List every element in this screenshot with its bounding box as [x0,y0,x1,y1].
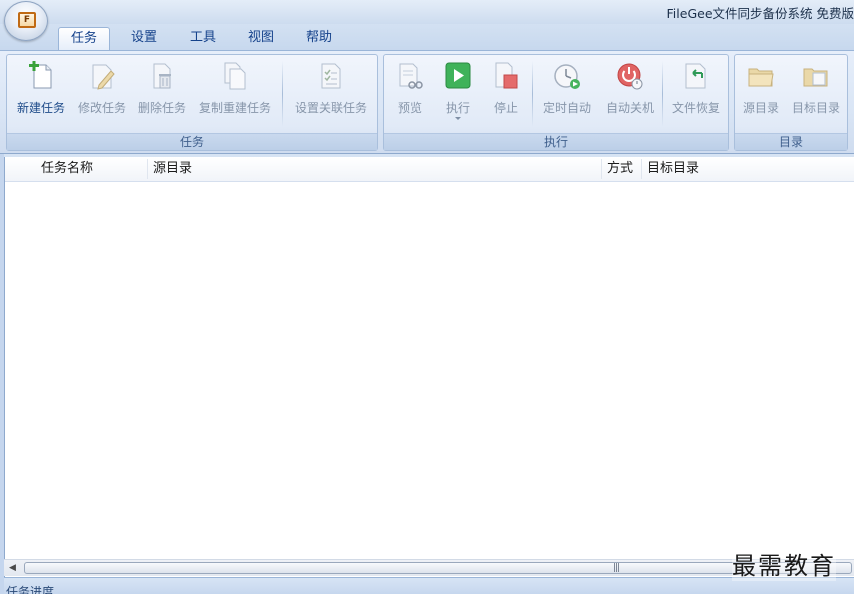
new-task-button[interactable]: 新建任务 [11,59,71,127]
ribbon-separator [532,61,533,127]
title-bar: FileGee文件同步备份系统 免费版 [0,0,854,24]
scrollbar-thumb[interactable]: ||| [24,562,852,574]
horizontal-scrollbar[interactable]: ◀ ||| [4,559,854,576]
ribbon-group-execute: 预览 执行 停止 定时自动 自动关机 文件恢复 执行 [383,54,729,151]
source-folder-icon [746,61,776,91]
ribbon-separator [662,61,663,127]
ribbon-separator [282,61,283,127]
column-source-dir[interactable]: 源目录 [147,157,597,181]
ribbon: 新建任务 修改任务 删除任务 复制重建任务 设置关联任务 任务 预览 执行 停止… [0,50,854,154]
target-folder-button[interactable]: 目标目录 [787,59,845,127]
column-mode[interactable]: 方式 [601,157,641,181]
app-menu-button[interactable]: F [4,1,48,41]
delete-task-icon [147,61,177,91]
tab-task[interactable]: 任务 [58,27,110,50]
edit-task-icon [87,61,117,91]
timer-icon [552,61,582,91]
tab-help[interactable]: 帮助 [296,27,342,50]
copy-task-button[interactable]: 复制重建任务 [193,59,277,127]
run-label: 执行 [445,101,470,115]
restore-icon [681,61,711,91]
preview-icon [395,61,425,91]
run-button[interactable]: 执行 [436,59,480,127]
file-restore-label: 文件恢复 [671,101,720,115]
delete-task-button[interactable]: 删除任务 [133,59,191,127]
watermark: 最需教育 [732,546,836,581]
run-dropdown-icon[interactable] [455,117,461,120]
auto-shutdown-label: 自动关机 [605,101,654,115]
target-folder-icon [801,61,831,91]
delete-task-label: 删除任务 [137,101,186,115]
task-progress-label: 任务进度 [6,585,55,594]
column-target-dir[interactable]: 目标目录 [641,157,841,181]
link-task-label: 设置关联任务 [294,101,367,115]
preview-label: 预览 [397,101,422,115]
copy-task-icon [220,61,250,91]
source-folder-label: 源目录 [742,101,779,115]
source-folder-button[interactable]: 源目录 [737,59,785,127]
new-task-icon [26,61,56,91]
ribbon-group-execute-label: 执行 [384,133,728,150]
ribbon-tab-bar: 任务 设置 工具 视图 帮助 [0,24,854,50]
ribbon-group-folder: 源目录 目标目录 目录 [734,54,848,151]
timer-button[interactable]: 定时自动 [536,59,598,127]
file-restore-button[interactable]: 文件恢复 [666,59,726,127]
edit-task-button[interactable]: 修改任务 [73,59,131,127]
task-list-header: 任务名称 源目录 方式 目标目录 [5,157,854,182]
link-task-button[interactable]: 设置关联任务 [289,59,373,127]
edit-task-label: 修改任务 [77,101,126,115]
ribbon-group-task: 新建任务 修改任务 删除任务 复制重建任务 设置关联任务 任务 [6,54,378,151]
target-folder-label: 目标目录 [791,101,840,115]
ribbon-group-task-label: 任务 [7,133,377,150]
power-icon [615,61,645,91]
column-task-name[interactable]: 任务名称 [35,157,145,181]
stop-icon [491,61,521,91]
auto-shutdown-button[interactable]: 自动关机 [600,59,660,127]
task-progress-panel: 任务进度 [4,577,854,594]
stop-button[interactable]: 停止 [484,59,528,127]
timer-label: 定时自动 [542,101,591,115]
copy-task-label: 复制重建任务 [198,101,271,115]
tab-settings[interactable]: 设置 [120,27,168,50]
app-logo-icon: F [18,12,36,28]
run-icon [443,61,473,91]
stop-label: 停止 [493,101,518,115]
link-task-icon [316,61,346,91]
tab-view[interactable]: 视图 [238,27,284,50]
new-task-label: 新建任务 [16,101,65,115]
thumb-grip-icon: ||| [613,563,620,573]
ribbon-group-folder-label: 目录 [735,133,847,150]
preview-button[interactable]: 预览 [390,59,430,127]
app-title: FileGee文件同步备份系统 免费版 [666,6,854,21]
task-list[interactable]: 任务名称 源目录 方式 目标目录 [4,157,854,577]
tab-tools[interactable]: 工具 [180,27,226,50]
scroll-left-icon[interactable]: ◀ [4,560,21,576]
